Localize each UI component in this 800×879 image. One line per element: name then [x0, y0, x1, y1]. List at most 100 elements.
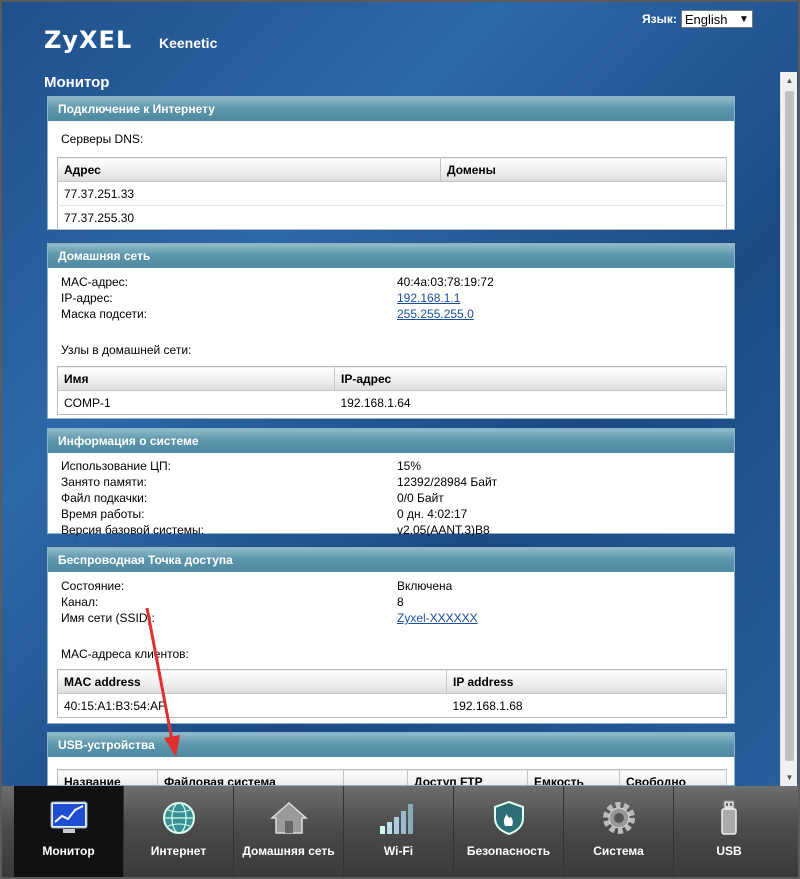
channel-value: 8 — [397, 595, 404, 609]
system-row: Файл подкачки: 0/0 Байт — [48, 490, 734, 506]
system-row: Время работы: 0 дн. 4:02:17 — [48, 506, 734, 522]
scroll-down-icon[interactable]: ▼ — [781, 769, 798, 786]
ssid-label: Имя сети (SSID): — [61, 611, 155, 625]
mac-value: 40:4a:03:78:19:72 — [397, 275, 494, 289]
usb-panel-title: USB-устройства — [48, 733, 734, 757]
column-header: Адрес — [57, 157, 441, 182]
nav-label: USB — [716, 844, 742, 858]
nav-label: Система — [593, 844, 644, 858]
nav-item-wifi[interactable]: Wi-Fi — [344, 786, 454, 877]
system-panel-title: Информация о системе — [48, 429, 734, 453]
monitor-chart-icon — [50, 801, 88, 833]
column-header: MAC address — [57, 669, 447, 694]
column-header — [343, 769, 408, 785]
column-header: Название — [57, 769, 158, 785]
column-header: Емкость — [527, 769, 620, 785]
system-label: Время работы: — [61, 507, 145, 521]
table-row: 77.37.255.30 — [58, 206, 727, 230]
zyxel-logo: ZyXEL — [44, 26, 133, 54]
scrollbar-thumb[interactable] — [785, 91, 794, 761]
page-title: Монитор — [44, 74, 110, 91]
usb-stick-icon — [721, 800, 737, 835]
dns-domain — [440, 181, 727, 206]
state-label: Состояние: — [61, 579, 125, 593]
system-label: Использование ЦП: — [61, 459, 171, 473]
mask-label: Маска подсети: — [61, 307, 148, 321]
scroll-up-icon[interactable]: ▲ — [781, 72, 798, 89]
house-icon — [270, 801, 308, 834]
language-value: English — [684, 11, 728, 27]
dns-label: Серверы DNS: — [61, 132, 144, 146]
nav-label: Монитор — [42, 844, 95, 858]
system-row: Занято памяти: 12392/28984 Байт — [48, 474, 734, 490]
column-header: Свободно — [619, 769, 727, 785]
clients-table: MAC address IP address 40:15:A1:B3:54:AF… — [57, 669, 727, 718]
nav-label: Безопасность — [466, 844, 551, 858]
mask-link[interactable]: 255.255.255.0 — [397, 306, 474, 322]
product-name: Keenetic — [159, 35, 218, 51]
mac-row: MAC-адрес: 40:4a:03:78:19:72 — [48, 274, 734, 290]
language-select[interactable]: English ▼ — [680, 10, 753, 28]
column-header: Доступ FTP — [407, 769, 528, 785]
dns-address: 77.37.251.33 — [57, 181, 441, 206]
nav-item-internet[interactable]: Интернет — [124, 786, 234, 877]
state-value: Включена — [397, 579, 453, 593]
vertical-scrollbar[interactable]: ▲ ▼ — [780, 72, 797, 786]
usb-table: Название Файловая система Доступ FTP Емк… — [57, 769, 727, 785]
home-network-panel-title: Домашняя сеть — [48, 244, 734, 268]
channel-row: Канал: 8 — [48, 594, 734, 610]
language-label: Язык: — [642, 12, 677, 26]
chevron-down-icon: ▼ — [738, 13, 749, 25]
nav-item-security[interactable]: Безопасность — [454, 786, 564, 877]
system-label: Занято памяти: — [61, 475, 147, 489]
column-header: Имя — [57, 366, 335, 391]
column-header: IP-адрес — [334, 366, 727, 391]
system-value: 15% — [397, 459, 422, 473]
mac-label: MAC-адрес: — [61, 275, 129, 289]
globe-icon — [163, 802, 195, 834]
language-switcher: Язык: English ▼ — [642, 10, 753, 28]
mask-row: Маска подсети: 255.255.255.0 — [48, 306, 734, 322]
ip-label: IP-адрес: — [61, 291, 113, 305]
ip-row: IP-адрес: 192.168.1.1 — [48, 290, 734, 306]
clients-label: MAC-адреса клиентов: — [61, 647, 189, 661]
nav-item-home-network[interactable]: Домашняя сеть — [234, 786, 344, 877]
system-label: Версия базовой системы: — [61, 523, 204, 537]
system-panel: Информация о системе Использование ЦП: 1… — [47, 428, 735, 537]
ssid-link[interactable]: Zyxel-XXXXXX — [397, 610, 478, 626]
gear-icon — [603, 802, 635, 834]
ssid-row: Имя сети (SSID): Zyxel-XXXXXX — [48, 610, 734, 626]
table-row: 77.37.251.33 — [57, 181, 727, 206]
ip-link[interactable]: 192.168.1.1 — [397, 290, 460, 306]
internet-panel: Подключение к Интернету Серверы DNS: Адр… — [47, 96, 735, 230]
hosts-label: Узлы в домашней сети: — [61, 343, 192, 357]
host-ip: 192.168.1.64 — [340, 395, 411, 410]
system-row: Использование ЦП: 15% — [48, 458, 734, 474]
wireless-panel-title: Беспроводная Точка доступа — [48, 548, 734, 572]
table-row: COMP-1 192.168.1.64 — [58, 391, 727, 415]
column-header: IP address — [446, 669, 727, 694]
client-ip: 192.168.1.68 — [452, 698, 523, 713]
nav-item-system[interactable]: Система — [564, 786, 674, 877]
system-value: 12392/28984 Байт — [397, 475, 498, 489]
system-value: 0/0 Байт — [397, 491, 444, 505]
wireless-panel: Беспроводная Точка доступа Состояние: Вк… — [47, 547, 735, 724]
state-row: Состояние: Включена — [48, 578, 734, 594]
column-header: Файловая система — [157, 769, 344, 785]
nav-item-monitor[interactable]: Монитор — [14, 786, 124, 877]
system-value: v2.05(AANT.3)B8 — [397, 523, 490, 537]
dns-table: Адрес Домены 77.37.251.33 77.37.255.30 — [57, 157, 727, 230]
shield-icon — [494, 800, 524, 836]
system-row: Версия базовой системы: v2.05(AANT.3)B8 — [48, 522, 734, 538]
dns-address: 77.37.255.30 — [64, 210, 135, 225]
nav-label: Wi-Fi — [383, 844, 414, 858]
host-name: COMP-1 — [64, 395, 111, 410]
hosts-table: Имя IP-адрес COMP-1 192.168.1.64 — [57, 366, 727, 415]
header: ZyXEL Keenetic Язык: English ▼ Монитор — [0, 0, 800, 96]
home-network-panel: Домашняя сеть MAC-адрес: 40:4a:03:78:19:… — [47, 243, 735, 419]
system-label: Файл подкачки: — [61, 491, 148, 505]
internet-panel-title: Подключение к Интернету — [48, 97, 734, 121]
system-value: 0 дн. 4:02:17 — [397, 507, 468, 521]
column-header: Домены — [440, 157, 727, 182]
nav-item-usb[interactable]: USB — [674, 786, 784, 877]
